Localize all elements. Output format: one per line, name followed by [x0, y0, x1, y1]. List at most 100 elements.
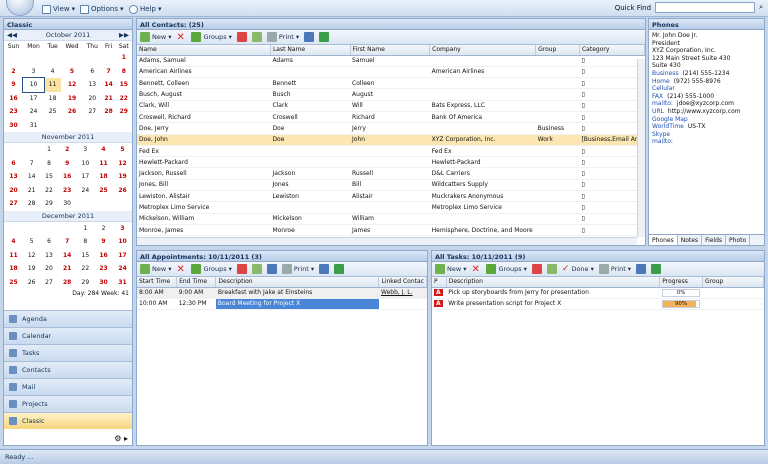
calendar-day[interactable]: 30 — [94, 276, 113, 290]
calendar-day[interactable]: 17 — [23, 92, 44, 106]
calendar-day[interactable]: 11 — [44, 78, 62, 92]
calendar-day[interactable]: 23 — [58, 184, 77, 198]
calendar-day[interactable]: 25 — [4, 276, 23, 290]
calendar-day[interactable]: 25 — [44, 105, 61, 119]
calendar-day[interactable]: 6 — [83, 65, 102, 79]
word-icon[interactable] — [304, 32, 315, 42]
calendar-day[interactable]: 16 — [58, 170, 77, 184]
configure-nav-icon[interactable]: ⚙ ▸ — [114, 434, 128, 443]
filter-icon[interactable] — [236, 264, 247, 274]
calendar-day[interactable]: 11 — [4, 249, 23, 263]
calendar-day[interactable]: 7 — [102, 65, 116, 79]
appt-new-button[interactable]: New ▾ — [140, 264, 171, 274]
table-row[interactable]: Jones, Bill Jones Bill Wildcatters Supply ▯ — [137, 179, 645, 192]
calendar-day[interactable]: 19 — [61, 92, 83, 106]
calendar-day[interactable]: 11 — [94, 157, 113, 171]
field-label[interactable]: mailto: — [652, 138, 673, 145]
field-label[interactable]: Cellular — [652, 85, 675, 92]
field-label[interactable]: mailto: — [652, 100, 673, 107]
calendar-day[interactable]: 23 — [4, 105, 23, 119]
delete-icon[interactable]: ✕ — [176, 264, 186, 275]
field-label[interactable]: URL — [652, 108, 664, 115]
calendar-day[interactable]: 31 — [23, 119, 44, 133]
contacts-hscroll[interactable] — [137, 237, 637, 245]
calendar-day[interactable]: 30 — [58, 197, 77, 211]
calendar-day[interactable]: 21 — [58, 262, 77, 276]
table-row[interactable]: Mickelson, William Mickelson William ▯ — [137, 213, 645, 225]
calendar-day[interactable]: 12 — [113, 157, 132, 171]
calendar-day[interactable]: 27 — [40, 276, 57, 290]
calendar-day[interactable]: 18 — [44, 92, 61, 106]
sort-icon[interactable] — [251, 32, 262, 42]
nav-item-mail[interactable]: Mail — [4, 378, 132, 395]
calendar-day[interactable]: 21 — [23, 184, 40, 198]
new-button[interactable]: New ▾ — [140, 32, 171, 42]
table-row[interactable]: Croswell, Richard Croswell Richard Bank Of … — [137, 111, 645, 124]
calendar-day[interactable]: 3 — [113, 222, 132, 236]
calendar-day[interactable]: 12 — [23, 249, 40, 263]
field-label[interactable]: Business — [652, 70, 678, 77]
calendar-day[interactable]: 20 — [40, 262, 57, 276]
calendar-day[interactable]: 3 — [77, 143, 94, 157]
table-row[interactable]: Busch, August Busch August ▯ — [137, 88, 645, 101]
calendar-day[interactable]: 1 — [40, 143, 57, 157]
calendar-day[interactable]: 24 — [23, 105, 44, 119]
calendar-day[interactable]: 10 — [21, 77, 46, 93]
nav-item-contacts[interactable]: Contacts — [4, 361, 132, 378]
column-header[interactable]: P — [432, 277, 447, 288]
table-row[interactable]: Doe, Jerry Doe Jerry Business ▯ — [137, 122, 645, 135]
sort-icon[interactable] — [251, 264, 262, 274]
calendar-day[interactable]: 14 — [58, 249, 77, 263]
excel-icon[interactable] — [319, 32, 330, 42]
filter-icon[interactable] — [236, 32, 247, 42]
calendar-day[interactable]: 25 — [94, 184, 113, 198]
field-label[interactable]: Skype — [652, 131, 670, 138]
column-header[interactable]: Description — [215, 277, 380, 288]
calendar-day[interactable]: 26 — [113, 184, 132, 198]
calendar-day[interactable]: 21 — [102, 92, 116, 106]
calendar-day[interactable]: 19 — [23, 262, 40, 276]
column-header[interactable]: Description — [446, 277, 661, 288]
calendar-day[interactable]: 4 — [4, 235, 23, 249]
table-row[interactable]: A Write presentation script for Project X… — [432, 298, 764, 311]
calendar-day[interactable]: 20 — [4, 184, 23, 198]
field-label[interactable]: Google Map — [652, 116, 688, 123]
table-row[interactable]: Adams, Samuel Adams Samuel ▯ — [137, 55, 645, 67]
delete-icon[interactable]: ✕ — [471, 264, 481, 275]
calendar-day[interactable]: 10 — [113, 235, 132, 249]
column-header[interactable]: End Time — [176, 277, 217, 288]
tab-phones[interactable]: Phones — [649, 235, 678, 245]
search-icon[interactable]: ⌕ — [759, 3, 763, 12]
quick-find-input[interactable] — [655, 2, 756, 13]
column-header[interactable]: First Name — [350, 45, 431, 56]
calendar-day[interactable]: 16 — [4, 92, 23, 106]
nav-item-agenda[interactable]: Agenda — [4, 310, 132, 327]
table-row[interactable]: American Airlines American Airlines ▯ — [137, 66, 645, 79]
calendar-day[interactable]: 9 — [94, 235, 113, 249]
calendar-day[interactable]: 6 — [4, 157, 23, 171]
tab-photo[interactable]: Photo — [726, 235, 751, 245]
table-row[interactable]: 8:00 AM 9:00 AM Breakfast with Jake at Ein… — [137, 287, 427, 299]
column-header[interactable]: Progress — [659, 277, 703, 288]
calendar-day[interactable]: 8 — [116, 65, 132, 79]
word-icon[interactable] — [636, 264, 647, 274]
calendar-day[interactable]: 5 — [113, 143, 132, 157]
calendar-day[interactable]: 17 — [77, 170, 94, 184]
calendar-day[interactable]: 15 — [40, 170, 57, 184]
next-month-icon[interactable]: ▶▶ — [119, 31, 129, 39]
table-row[interactable]: Fed Ex Fed Ex ▯ — [137, 145, 645, 158]
column-header[interactable]: Company — [429, 45, 537, 56]
options-menu[interactable]: Options ▾ — [80, 3, 124, 15]
nav-item-classic[interactable]: Classic — [4, 412, 132, 429]
calendar-day[interactable]: 4 — [44, 65, 61, 79]
view-menu[interactable]: View ▾ — [42, 3, 75, 15]
calendar-day[interactable]: 29 — [77, 276, 94, 290]
appt-groups-button[interactable]: Groups ▾ — [191, 264, 232, 274]
calendar-day[interactable]: 13 — [4, 170, 23, 184]
column-header[interactable]: Group — [702, 277, 764, 288]
calendar-day[interactable]: 8 — [40, 157, 57, 171]
calendar-day[interactable]: 9 — [58, 157, 77, 171]
calendar-day[interactable]: 13 — [83, 78, 102, 92]
calendar-day[interactable]: 27 — [83, 105, 102, 119]
word-icon[interactable] — [319, 264, 330, 274]
